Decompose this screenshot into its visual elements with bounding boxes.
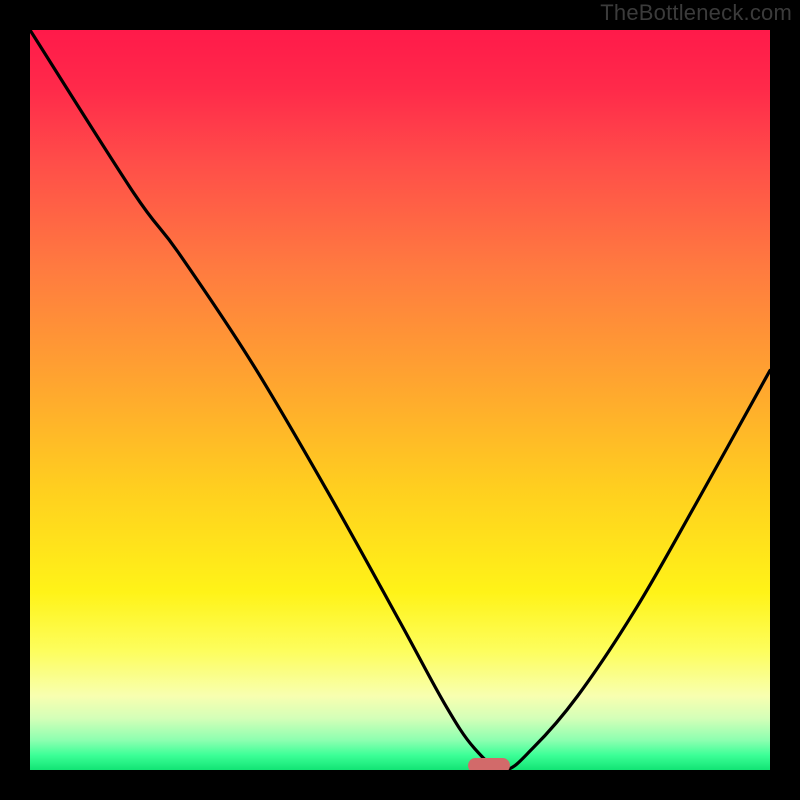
plot-area bbox=[30, 30, 770, 770]
bottleneck-curve bbox=[30, 30, 770, 770]
chart-root: TheBottleneck.com bbox=[0, 0, 800, 800]
watermark-text: TheBottleneck.com bbox=[600, 0, 792, 26]
optimal-marker bbox=[468, 758, 510, 770]
